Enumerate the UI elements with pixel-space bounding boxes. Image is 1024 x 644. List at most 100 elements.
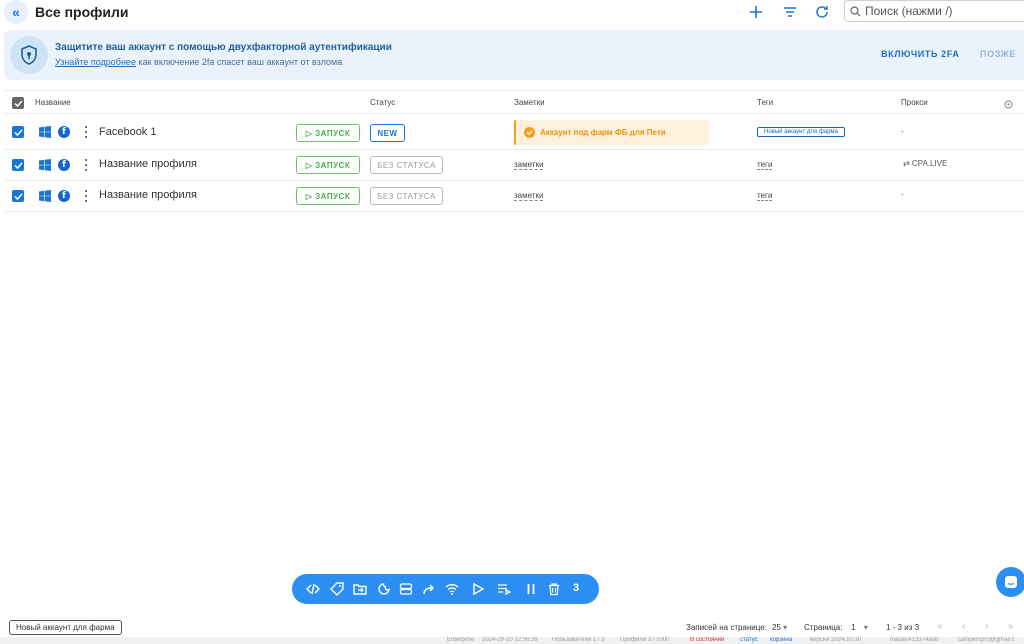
row-menu-button[interactable] (84, 159, 88, 171)
filter-button[interactable] (779, 1, 801, 23)
enable-2fa-button[interactable]: ВКЛЮЧИТЬ 2FA (881, 49, 959, 59)
first-page-icon[interactable]: « (937, 621, 943, 632)
footer-tag-chip[interactable]: Новый аккаунт для фарма (9, 620, 122, 635)
proxy-value[interactable]: - (901, 127, 904, 136)
cookie-icon[interactable] (376, 581, 392, 597)
banner-subtitle-text: как включение 2fa спасет ваш аккаунт от … (135, 57, 343, 67)
chevron-down-icon: ▾ (863, 623, 868, 632)
proxy-value[interactable]: ⇄ CPA.LIVE (903, 159, 947, 168)
tag-chip[interactable]: Новый аккаунт для фарма (757, 127, 845, 137)
column-status[interactable]: Статус (370, 98, 395, 107)
statusbar-version: версия 2024.10.30 (810, 637, 862, 643)
check-icon (13, 161, 23, 169)
note-text: Аккаунт под фарм ФБ для Пети (540, 128, 666, 137)
refresh-button[interactable] (811, 1, 833, 23)
statusbar-email: camperspro@gmail.c (958, 637, 1015, 643)
table-header: Название Статус Заметки Теги Прокси (4, 90, 1024, 114)
prev-page-icon[interactable]: ‹ (962, 621, 965, 632)
run-button[interactable]: ▷ ЗАПУСК (296, 124, 360, 142)
statusbar-trash-link[interactable]: корзина (770, 637, 792, 643)
select-all-checkbox[interactable] (12, 97, 24, 109)
tag-icon[interactable] (329, 581, 345, 597)
search-icon (850, 5, 861, 16)
share-icon[interactable] (421, 581, 437, 597)
filter-icon (784, 7, 796, 17)
code-icon[interactable] (305, 581, 321, 597)
table-row[interactable]: f Facebook 1 ▷ ЗАПУСК NEW Аккаунт под фа… (4, 114, 1024, 150)
status-badge[interactable]: БЕЗ СТАТУСА (370, 187, 443, 205)
last-page-icon[interactable]: » (1008, 621, 1014, 632)
per-page-value: 25 (772, 623, 781, 632)
facebook-icon: f (58, 126, 70, 138)
profile-name[interactable]: Название профиля (99, 158, 197, 170)
profile-name[interactable]: Название профиля (99, 189, 197, 201)
play-icon[interactable] (470, 581, 486, 597)
page-label: Страница: (804, 623, 843, 632)
next-page-icon[interactable]: › (985, 621, 988, 632)
facebook-icon: f (58, 159, 70, 171)
table-row[interactable]: f Название профиля ▷ ЗАПУСК БЕЗ СТАТУСА … (4, 150, 1024, 181)
profiles-table: Название Статус Заметки Теги Прокси f Fa… (4, 90, 1024, 212)
check-icon (13, 128, 23, 136)
status-badge[interactable]: БЕЗ СТАТУСА (370, 156, 443, 174)
check-circle-icon (524, 127, 535, 138)
pause-icon[interactable] (523, 581, 539, 597)
statusbar-users: Пользователи 1 / 3 (552, 637, 605, 643)
queue-icon[interactable] (496, 581, 512, 597)
status-badge[interactable]: NEW (370, 124, 405, 142)
tags-link[interactable]: теги (757, 191, 773, 201)
column-notes[interactable]: Заметки (514, 98, 545, 107)
notes-link[interactable]: заметки (514, 160, 544, 170)
profile-name[interactable]: Facebook 1 (99, 126, 156, 138)
row-checkbox[interactable] (12, 126, 24, 138)
search-input[interactable]: Поиск (нажми /) (844, 0, 1024, 22)
folder-move-icon[interactable] (352, 581, 368, 597)
wifi-icon[interactable] (444, 581, 460, 597)
statusbar-status-link[interactable]: статус (740, 637, 758, 643)
storage-icon[interactable] (398, 581, 414, 597)
per-page-label: Записей на странице: (686, 623, 767, 632)
refresh-icon (816, 6, 828, 18)
notes-link[interactable]: заметки (514, 191, 544, 201)
table-row[interactable]: f Название профиля ▷ ЗАПУСК БЕЗ СТАТУСА … (4, 181, 1024, 212)
trash-icon[interactable] (546, 581, 562, 597)
column-name[interactable]: Название (35, 98, 71, 107)
support-chat-button[interactable] (996, 567, 1024, 597)
statusbar-edition: Enterprise (447, 637, 475, 643)
note-box[interactable]: Аккаунт под фарм ФБ для Пети (514, 120, 709, 145)
proxy-value[interactable]: - (901, 190, 904, 199)
tags-link[interactable]: теги (757, 160, 773, 170)
statusbar-profiles: Профили 3 / 1000 (620, 637, 670, 643)
row-checkbox[interactable] (12, 159, 24, 171)
column-tags[interactable]: Теги (757, 98, 773, 107)
check-icon (13, 99, 23, 107)
statusbar-state: В состоянии (690, 637, 725, 643)
row-checkbox[interactable] (12, 190, 24, 202)
selected-count: 3 (573, 582, 580, 594)
windows-icon (39, 126, 51, 138)
twofa-banner: Защитите ваш аккаунт с помощью двухфакто… (4, 30, 1024, 80)
top-bar: « Все профили Поиск (нажми /) (0, 0, 1024, 26)
row-menu-button[interactable] (84, 190, 88, 202)
status-bar: Enterprise 2024-29-10 12:56:39 Пользоват… (0, 637, 1024, 644)
facebook-icon: f (58, 190, 70, 202)
row-menu-button[interactable] (84, 126, 88, 138)
search-placeholder: Поиск (нажми /) (865, 4, 953, 18)
page-select[interactable]: 1 ▾ (851, 623, 868, 632)
collapse-sidebar-button[interactable]: « (4, 0, 28, 24)
per-page-select[interactable]: 25 ▾ (772, 623, 787, 632)
statusbar-branch: master#13374ae8 (890, 637, 939, 643)
run-button[interactable]: ▷ ЗАПУСК (296, 187, 360, 205)
bulk-action-bar: 3 (292, 574, 599, 604)
column-proxy[interactable]: Прокси (901, 98, 928, 107)
run-button[interactable]: ▷ ЗАПУСК (296, 156, 360, 174)
column-settings-button[interactable] (1003, 97, 1014, 115)
later-button[interactable]: ПОЗЖЕ (980, 49, 1016, 59)
banner-title: Защитите ваш аккаунт с помощью двухфакто… (55, 42, 392, 53)
chat-icon (1005, 576, 1017, 588)
add-profile-button[interactable] (745, 1, 767, 23)
statusbar-datetime: 2024-29-10 12:56:39 (482, 637, 538, 643)
plus-icon (750, 6, 762, 18)
learn-more-link[interactable]: Узнайте подробнее (55, 57, 136, 67)
page-value: 1 (851, 623, 856, 632)
